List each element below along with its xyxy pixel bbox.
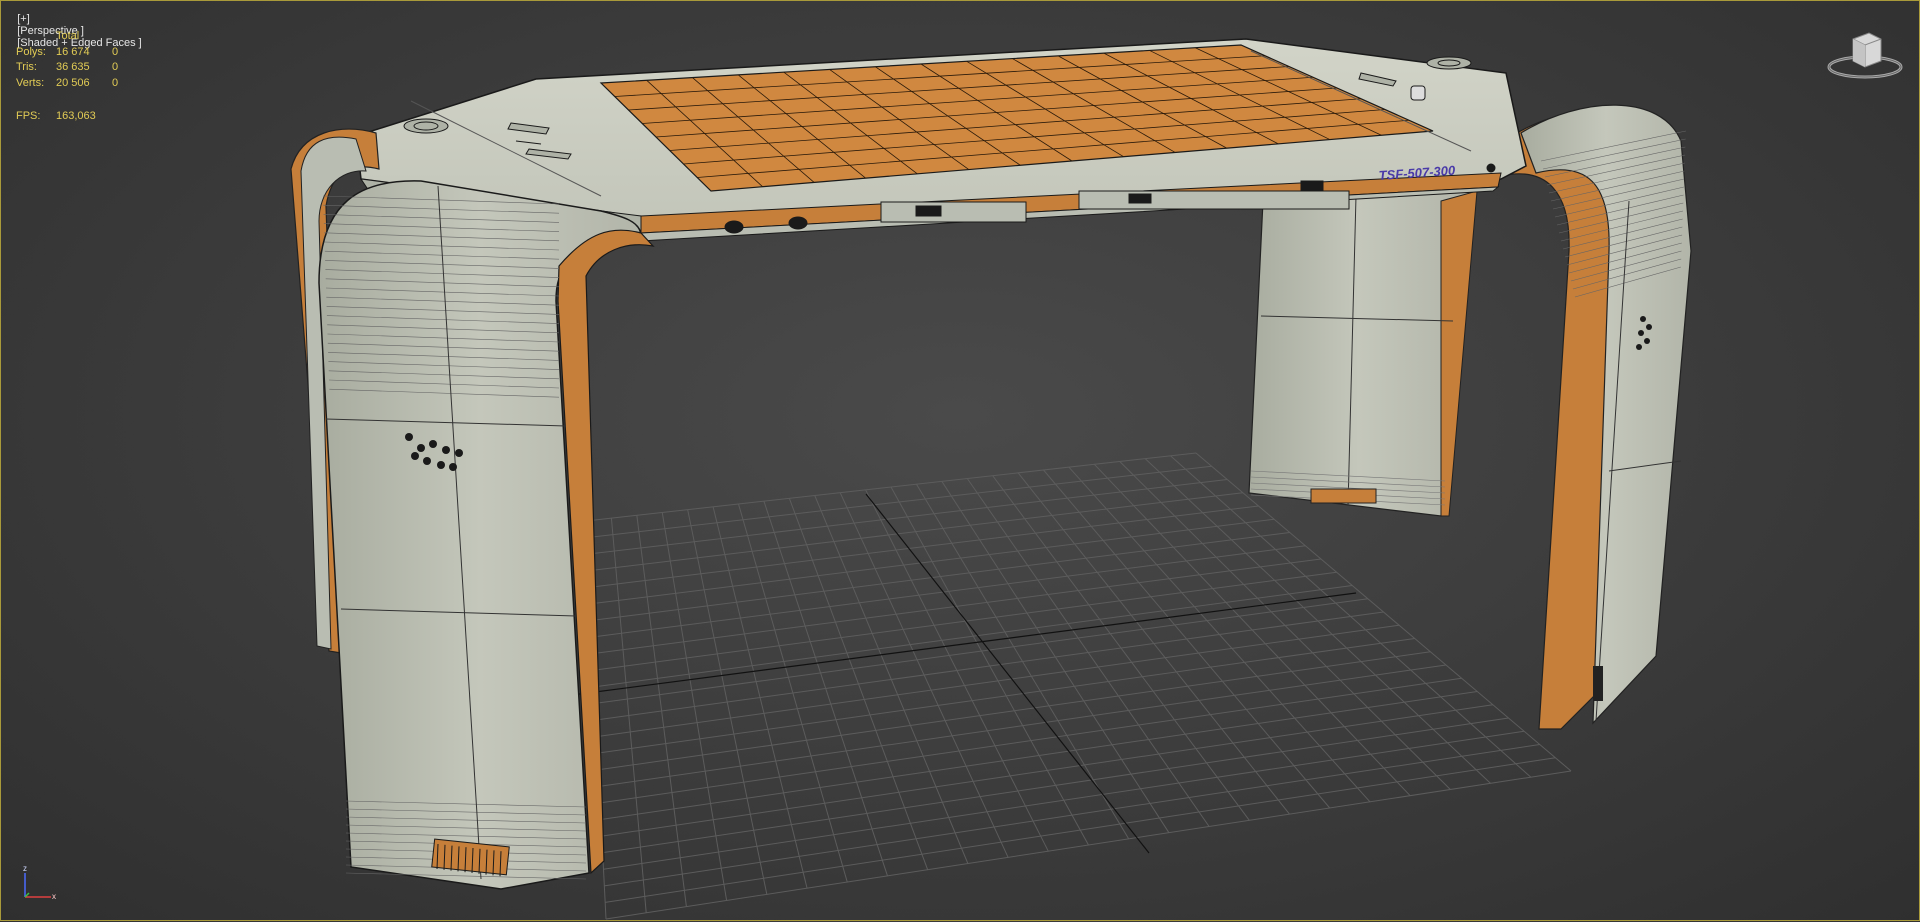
ground-grid <box>548 452 1572 920</box>
left-front-leg <box>290 128 655 890</box>
axis-z-label: z <box>23 864 27 873</box>
axis-x-label: x <box>52 892 56 901</box>
scene-canvas[interactable]: TSF-507-300 <box>1 1 1920 922</box>
back-right-leg <box>1248 188 1478 517</box>
perspective-viewport[interactable]: [+] [Perspective ] [Shaded + Edged Faces… <box>0 0 1920 921</box>
viewcube-icon[interactable] <box>1825 29 1905 89</box>
axis-tripod-icon: z x <box>23 864 56 901</box>
right-arch-leg <box>1500 104 1692 730</box>
